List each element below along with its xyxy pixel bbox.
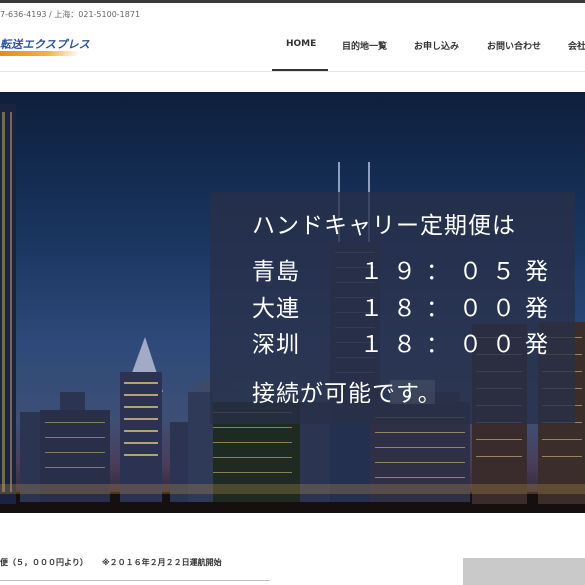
schedule-time: １９：０５発 <box>360 259 558 285</box>
nav-item-home[interactable]: HOME <box>286 39 316 49</box>
schedule-title: ハンドキャリー定期便は <box>252 213 516 239</box>
schedule-time: １８：００発 <box>360 332 558 358</box>
service-start-date: ※２０１６年２月２２日運航開始 <box>101 558 222 567</box>
service-price: 便（５，０００円より） <box>0 558 88 567</box>
hero-banner: ハンドキャリー定期便は 青島 １９：０５発 大連 １８：００発 深圳 １８：００… <box>0 92 585 513</box>
schedule-note: 接続が可能です。 <box>252 381 442 407</box>
nav-item-company[interactable]: 会社 <box>568 39 585 52</box>
logo-swoosh-icon <box>0 51 80 56</box>
logo-text: 転送エクスプレス <box>0 38 91 51</box>
site-logo[interactable]: 転送エクスプレス <box>0 36 91 58</box>
nav-item-destinations[interactable]: 目的地一覧 <box>342 39 387 52</box>
nav-item-apply[interactable]: お申し込み <box>414 39 459 52</box>
contact-phone-numbers: 7-636-4193 / 上海：021-5100-1871 <box>0 10 141 19</box>
sidebar-box <box>463 558 585 585</box>
nav-item-contact[interactable]: お問い合わせ <box>487 39 541 52</box>
schedule-overlay: ハンドキャリー定期便は 青島 １９：０５発 大連 １８：００発 深圳 １８：００… <box>210 192 575 424</box>
schedule-city: 青島 <box>252 259 300 285</box>
schedule-city: 深圳 <box>252 332 300 358</box>
schedule-time: １８：００発 <box>360 296 558 322</box>
schedule-city: 大連 <box>252 296 300 322</box>
header-divider <box>0 71 585 72</box>
top-border <box>0 0 585 3</box>
section-divider <box>0 580 270 581</box>
service-info: 便（５，０００円より） ※２０１６年２月２２日運航開始 <box>0 557 222 568</box>
